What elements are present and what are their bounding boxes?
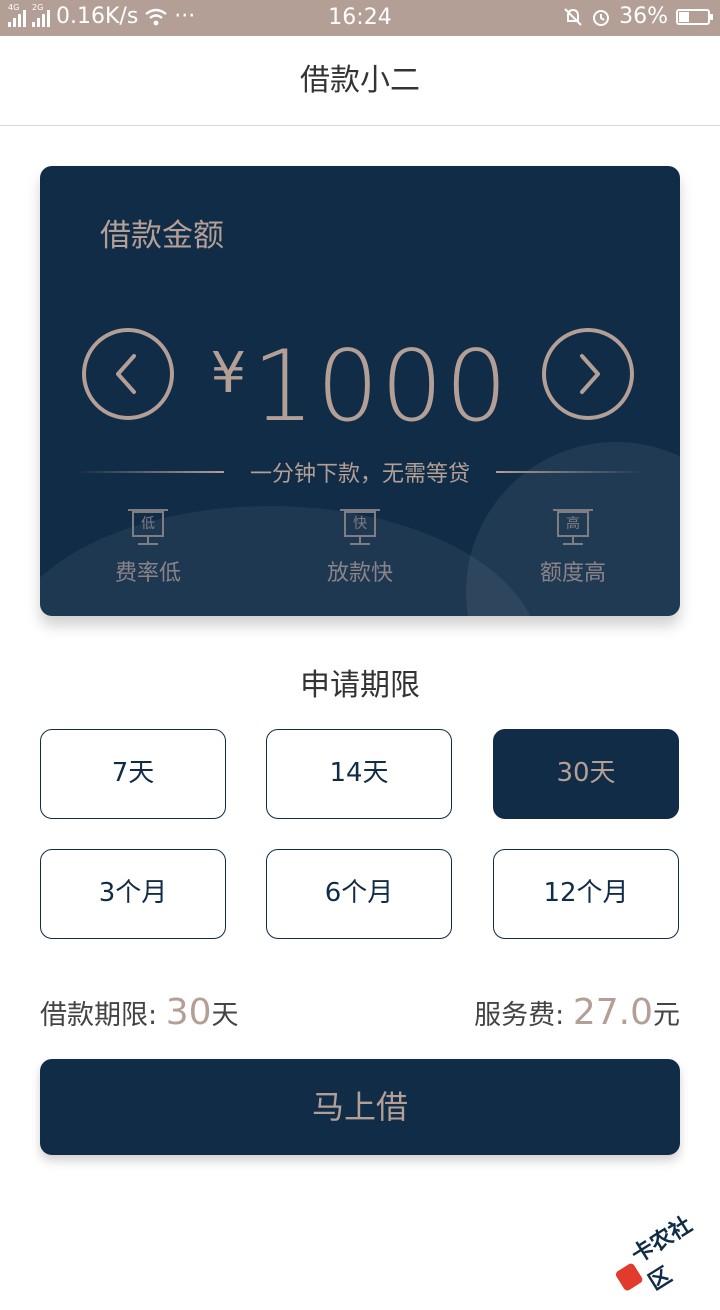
term-option-7d[interactable]: 7天 <box>40 729 226 819</box>
nav-bar: 借款小二 <box>0 36 720 126</box>
status-right: 36% <box>563 4 713 29</box>
loan-amount-label: 借款金额 <box>100 218 224 254</box>
mute-bell-icon <box>564 7 582 26</box>
term-option-14d[interactable]: 14天 <box>266 729 452 819</box>
feature-fast-payout: 快 放款快 <box>295 509 425 587</box>
increase-amount-button[interactable] <box>542 328 634 420</box>
fee-summary: 服务费: 27.0元 <box>474 992 680 1033</box>
feature-label: 额度高 <box>539 561 606 586</box>
term-section-title: 申请期限 <box>300 668 420 703</box>
term-option-30d[interactable]: 30天 <box>493 729 679 819</box>
battery-percent: 36% <box>619 4 668 29</box>
feature-label: 费率低 <box>114 561 181 586</box>
easel-icon-char: 高 <box>553 509 593 537</box>
easel-icon-char: 低 <box>128 509 168 537</box>
watermark: 卡农社区 <box>603 1198 720 1310</box>
battery-fill <box>679 11 689 22</box>
easel-icon: 低 <box>128 509 168 549</box>
feature-label: 放款快 <box>326 561 393 586</box>
feature-low-rate: 低 费率低 <box>83 509 213 587</box>
easel-icon-char: 快 <box>340 509 380 537</box>
term-summary: 借款期限: 30天 <box>40 992 239 1033</box>
easel-icon: 快 <box>340 509 380 549</box>
term-option-6m[interactable]: 6个月 <box>266 849 452 939</box>
easel-icon: 高 <box>553 509 593 549</box>
fee-unit: 元 <box>653 1000 680 1031</box>
feature-high-limit: 高 额度高 <box>508 509 638 587</box>
term-option-3m[interactable]: 3个月 <box>40 849 226 939</box>
term-summary-label: 借款期限: <box>40 1000 166 1031</box>
fee-value: 27.0 <box>572 992 653 1033</box>
alarm-icon <box>593 9 610 26</box>
currency-symbol: ¥ <box>210 341 247 406</box>
term-summary-unit: 天 <box>211 1000 239 1031</box>
chevron-right-icon <box>580 354 600 394</box>
divider <box>496 471 644 473</box>
loan-amount-card: 借款金额 ¥1000 一分钟下款，无需等贷 低 费率低 快 放款快 高 额度高 <box>40 166 680 616</box>
fee-label: 服务费: <box>474 1000 573 1031</box>
battery-icon <box>676 8 713 25</box>
term-summary-value: 30 <box>165 992 212 1033</box>
status-bar: 4G 2G 0.16K/s ··· 16:24 36% <box>0 0 720 36</box>
term-option-12m[interactable]: 12个月 <box>493 849 679 939</box>
loan-amount-value: 1000 <box>252 330 510 444</box>
page-title: 借款小二 <box>300 63 420 98</box>
borrow-now-button[interactable]: 马上借 <box>40 1059 680 1155</box>
